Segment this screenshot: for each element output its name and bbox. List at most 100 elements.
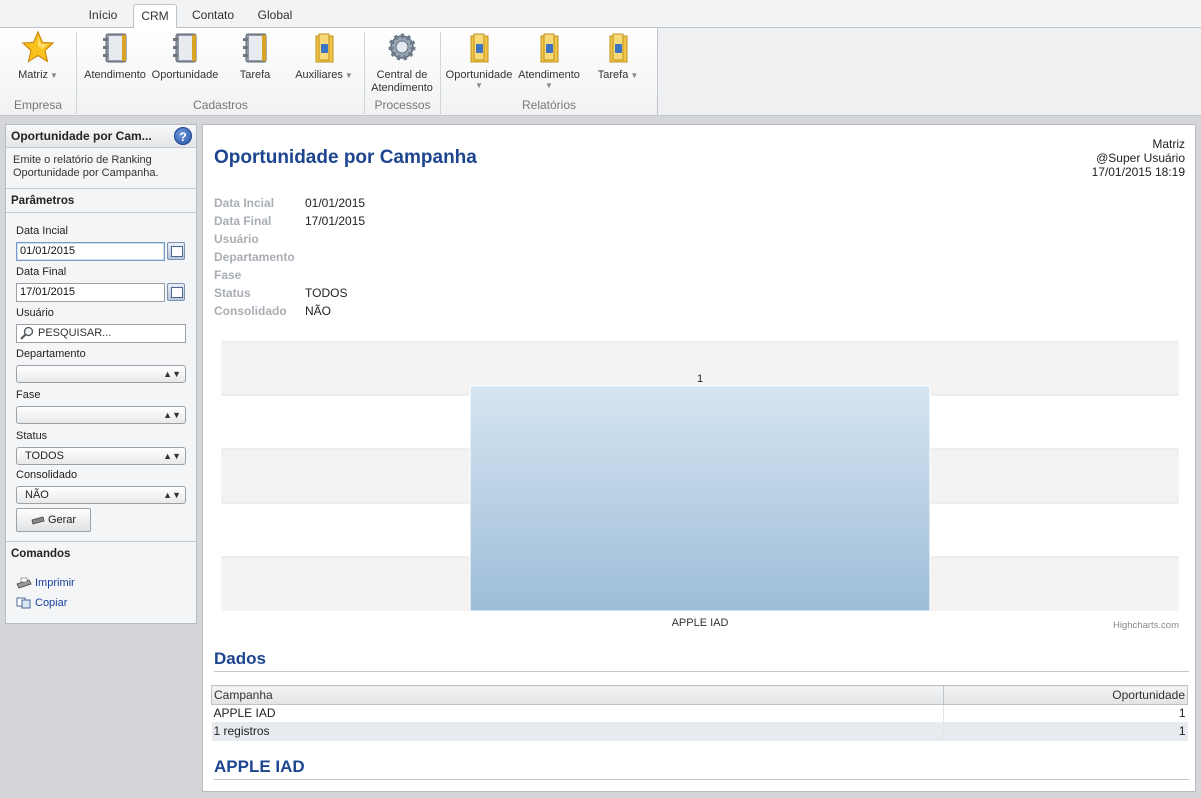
divider <box>214 671 1189 672</box>
relatorio-tarefa-button[interactable]: Tarefa ▼ <box>592 30 644 82</box>
column-header-campanha[interactable]: Campanha <box>211 685 944 705</box>
param-label: Consolidado <box>214 304 287 318</box>
tab-crm[interactable]: CRM <box>133 4 177 29</box>
central-label-line2: Atendimento <box>371 82 433 94</box>
report-user: @Super Usuário <box>1096 151 1185 165</box>
param-label: Status <box>214 286 251 300</box>
ribbon-empty-area <box>658 28 1201 116</box>
central-label-line1: Central de <box>376 69 428 81</box>
table-row[interactable]: APPLE IAD 1 <box>212 704 1188 722</box>
central-atendimento-button[interactable]: Central de Atendimento <box>367 30 437 95</box>
oportunidade-button[interactable]: Oportunidade <box>151 30 219 82</box>
divider <box>214 779 1189 780</box>
param-label: Usuário <box>214 232 259 246</box>
calendar-icon[interactable] <box>167 283 185 301</box>
relatorio-atendimento-button[interactable]: Atendimento ▼ <box>516 30 582 90</box>
parametros-title: Parâmetros <box>6 189 196 213</box>
data-final-input[interactable]: 17/01/2015 <box>16 283 165 302</box>
consolidado-label: Consolidado <box>16 469 78 481</box>
status-select[interactable]: TODOS ▲▼ <box>16 447 186 465</box>
data-inicial-input[interactable]: 01/01/2015 <box>16 242 165 261</box>
usuario-placeholder: PESQUISAR... <box>38 327 112 339</box>
imprimir-link[interactable]: Imprimir <box>16 577 75 589</box>
tarefa-button[interactable]: Tarefa <box>230 30 280 82</box>
dados-title: Dados <box>214 649 266 668</box>
fase-select[interactable]: ▲▼ <box>16 406 186 424</box>
dropdown-arrow-icon: ▼ <box>630 71 639 80</box>
column-header-oportunidade[interactable]: Oportunidade <box>943 685 1188 705</box>
usuario-label: Usuário <box>16 307 54 319</box>
atendimento-button[interactable]: Atendimento <box>82 30 148 82</box>
report-datetime: 17/01/2015 18:19 <box>1091 165 1185 179</box>
copiar-link[interactable]: Copiar <box>16 597 67 609</box>
report-area: Oportunidade por Campanha Matriz @Super … <box>202 124 1196 792</box>
data-label: 1 <box>697 373 703 385</box>
binder-icon <box>103 33 127 63</box>
folder-icon <box>470 33 489 63</box>
copy-icon <box>16 597 31 609</box>
folder-icon <box>315 33 334 63</box>
select-arrows-icon: ▲▼ <box>163 490 181 500</box>
chart-credit: Highcharts.com <box>1113 620 1179 631</box>
printer-icon <box>16 577 32 589</box>
ribbon-tab-bar: Início CRM Contato Global <box>0 0 1201 29</box>
dropdown-arrow-icon: ▼ <box>475 81 483 90</box>
usuario-search-input[interactable]: PESQUISAR... <box>16 324 186 343</box>
tab-contato[interactable]: Contato <box>184 4 242 28</box>
param-value: 01/01/2015 <box>305 196 366 210</box>
data-inicial-label: Data Incial <box>16 225 68 237</box>
report-title: Oportunidade por Campanha <box>214 147 477 168</box>
rel-oportunidade-label: Oportunidade <box>445 69 513 81</box>
param-value: NÃO <box>305 304 332 318</box>
matriz-button[interactable]: Matriz ▼ <box>12 30 64 82</box>
departamento-select[interactable]: ▲▼ <box>16 365 186 383</box>
relatorio-oportunidade-button[interactable]: Oportunidade ▼ <box>444 30 514 90</box>
oportunidade-label: Oportunidade <box>151 69 219 81</box>
param-label: Data Incial <box>214 196 275 210</box>
auxiliares-button[interactable]: Auxiliares ▼ <box>292 30 356 82</box>
panel-description: Emite o relatório de Ranking Oportunidad… <box>6 148 196 189</box>
status-label: Status <box>16 430 48 442</box>
tab-global[interactable]: Global <box>248 4 302 28</box>
calendar-icon[interactable] <box>167 242 185 260</box>
matriz-label: Matriz <box>18 69 49 81</box>
group-label-empresa: Empresa <box>13 98 63 112</box>
parameters-panel: Oportunidade por Cam... ? Emite o relató… <box>5 124 197 624</box>
footer-count: 1 registros <box>211 721 944 741</box>
binder-icon <box>173 33 197 63</box>
bar <box>469 385 931 612</box>
x-tick-label: APPLE IAD <box>672 617 729 629</box>
dropdown-arrow-icon: ▼ <box>545 81 553 90</box>
ribbon: Matriz▼ Atendimento Oportunidade Tarefa <box>0 28 658 116</box>
binder-icon <box>243 33 267 63</box>
group-label-processos: Processos <box>374 98 431 112</box>
search-icon <box>20 326 34 340</box>
gerar-button[interactable]: Gerar <box>16 508 91 532</box>
report-meta: Matriz @Super Usuário 17/01/2015 18:19 <box>1092 137 1185 179</box>
group-label-relatorios: Relatórios <box>521 98 577 112</box>
param-label: Fase <box>214 268 242 282</box>
gerar-label: Gerar <box>47 514 77 526</box>
imprimir-label: Imprimir <box>35 577 75 589</box>
help-icon[interactable]: ? <box>174 127 192 145</box>
param-value: 17/01/2015 <box>305 214 366 228</box>
param-value: TODOS <box>305 286 348 300</box>
auxiliares-label: Auxiliares <box>295 69 343 81</box>
param-label: Departamento <box>214 250 295 264</box>
table-footer-row: 1 registros 1 <box>211 721 1188 741</box>
departamento-label: Departamento <box>16 348 86 360</box>
panel-title: Oportunidade por Cam... <box>11 129 152 143</box>
rel-atendimento-label: Atendimento <box>518 69 580 81</box>
dropdown-arrow-icon: ▼ <box>344 71 353 80</box>
section-title-campanha: APPLE IAD <box>214 757 305 776</box>
rel-tarefa-label: Tarefa <box>597 69 629 81</box>
tarefa-label: Tarefa <box>239 69 271 81</box>
consolidado-select[interactable]: NÃO ▲▼ <box>16 486 186 504</box>
footer-total: 1 <box>943 721 1188 741</box>
folder-icon <box>609 33 628 63</box>
data-final-label: Data Final <box>16 266 67 278</box>
group-label-cadastros: Cadastros <box>193 98 248 112</box>
tab-inicio[interactable]: Início <box>80 4 126 28</box>
select-arrows-icon: ▲▼ <box>163 410 181 420</box>
panel-header: Oportunidade por Cam... ? <box>6 125 196 148</box>
